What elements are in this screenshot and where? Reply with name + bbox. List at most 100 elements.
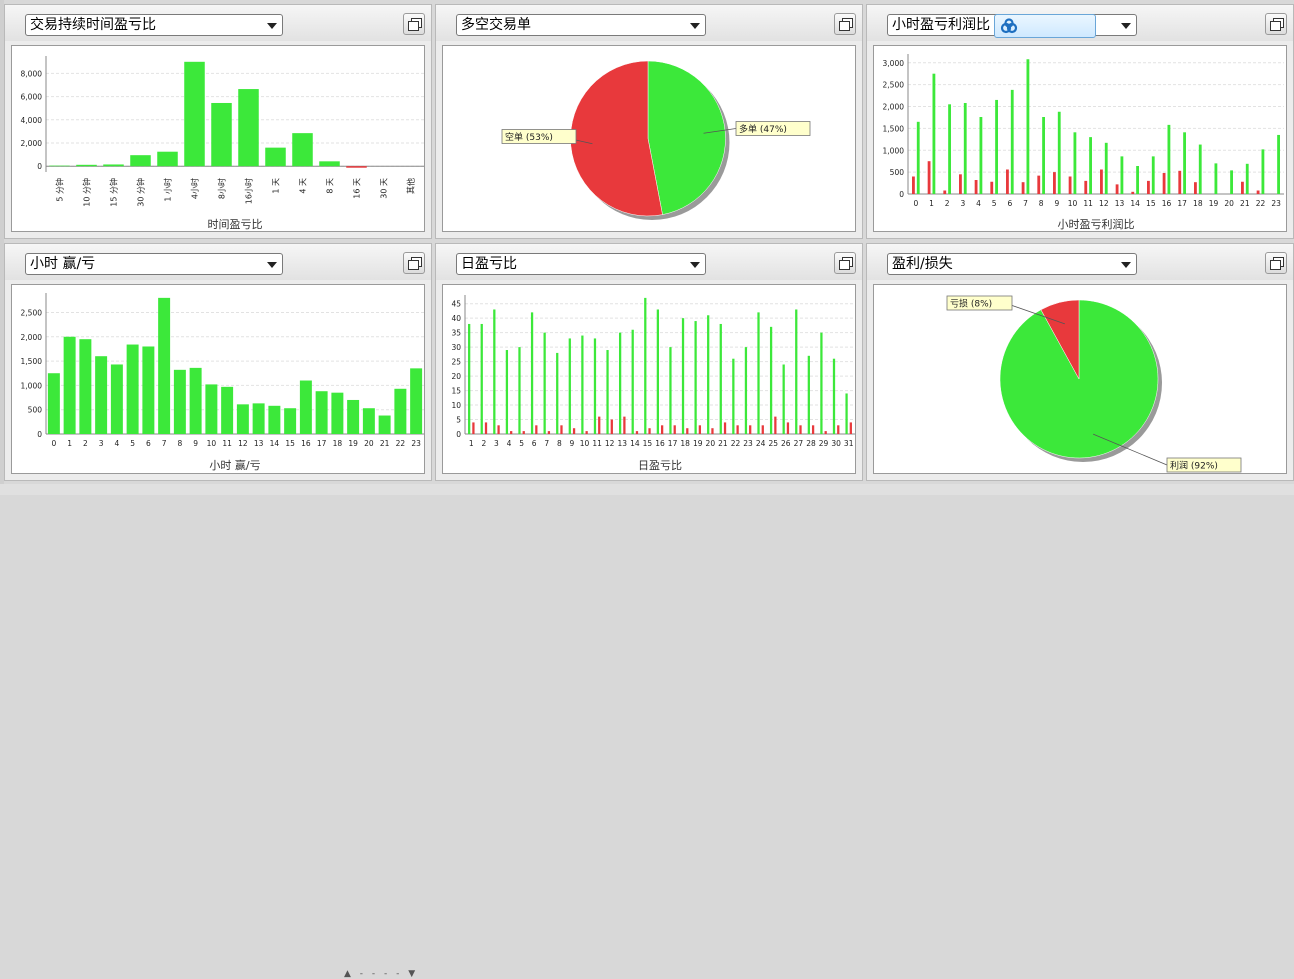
- bar: [707, 315, 710, 434]
- bar: [95, 356, 108, 434]
- bar: [568, 338, 571, 434]
- x-tick-label: 12: [238, 439, 248, 448]
- x-tick-label: 27: [794, 439, 804, 448]
- bar: [1115, 184, 1119, 194]
- x-tick-label: 8: [557, 439, 562, 448]
- x-tick-label: 17: [317, 439, 327, 448]
- y-tick-label: 6,000: [21, 93, 43, 102]
- bar: [1198, 144, 1202, 194]
- bar: [948, 104, 951, 194]
- bar: [1100, 169, 1103, 194]
- maximize-button[interactable]: [834, 252, 856, 274]
- y-tick-label: 1,000: [883, 146, 905, 155]
- panel-profit-loss: 盈利/损失 利润 (92%) 亏损 (8%): [866, 243, 1294, 481]
- y-tick-label: 5: [456, 416, 461, 425]
- bar: [126, 344, 139, 434]
- maximize-button[interactable]: [403, 252, 425, 274]
- bar: [142, 346, 155, 434]
- x-tick-label: 19: [693, 439, 703, 448]
- bar: [916, 121, 920, 194]
- y-tick-label: 1,000: [21, 381, 43, 390]
- splitter-handle-icon[interactable]: ▲ - - - - ▼: [344, 969, 418, 979]
- chart-select-profit-loss[interactable]: 盈利/损失: [887, 253, 1137, 275]
- bar: [581, 335, 584, 434]
- bar: [484, 422, 488, 434]
- chart-select-duration[interactable]: 交易持续时间盈亏比: [25, 14, 283, 36]
- x-tick-label: 12: [605, 439, 615, 448]
- bar: [130, 155, 151, 167]
- bar: [1084, 180, 1088, 194]
- bar: [236, 404, 249, 434]
- maximize-button[interactable]: [1265, 13, 1287, 35]
- x-tick-label: 10: [207, 439, 217, 448]
- maximize-button[interactable]: [834, 13, 856, 35]
- x-tick-label: 2: [945, 199, 950, 208]
- bar: [518, 347, 521, 434]
- bar: [1245, 163, 1249, 194]
- bar: [669, 347, 672, 434]
- bar: [990, 181, 994, 194]
- cloud-icon: [1000, 18, 1018, 34]
- bar: [1037, 175, 1041, 194]
- bar: [719, 323, 722, 434]
- bar: [510, 431, 513, 434]
- x-tick-label: 9: [193, 439, 198, 448]
- chevron-down-icon: [690, 23, 700, 29]
- bar: [959, 174, 962, 194]
- x-tick-label: 14: [1130, 199, 1140, 208]
- chart-select-longshort[interactable]: 多空交易单: [456, 14, 706, 36]
- bar: [631, 329, 634, 434]
- bar: [1021, 182, 1025, 194]
- x-tick-label: 22: [396, 439, 406, 448]
- x-tick-label: 5: [519, 439, 524, 448]
- chart-select-label: 日盈亏比: [461, 256, 517, 272]
- x-tick-label: 10: [580, 439, 590, 448]
- y-tick-label: 25: [451, 358, 461, 367]
- x-tick-label: 5: [130, 439, 135, 448]
- bar: [1241, 181, 1244, 194]
- bar: [593, 338, 597, 434]
- x-tick-label: 21: [380, 439, 390, 448]
- bar: [1167, 124, 1171, 194]
- bar: [79, 339, 92, 434]
- bottom-splitter-bar[interactable]: ▲ - - - - ▼: [0, 484, 1294, 979]
- bar: [786, 422, 790, 434]
- maximize-button[interactable]: [403, 13, 425, 35]
- x-tick-label: 8: [177, 439, 182, 448]
- x-tick-label: 7: [162, 439, 167, 448]
- chart-select-hour-winloss[interactable]: 小时 赢/亏: [25, 253, 283, 275]
- bar: [656, 309, 659, 434]
- y-tick-label: 30: [451, 343, 461, 352]
- y-tick-label: 0: [37, 430, 42, 439]
- x-tick-label: 1: [929, 199, 934, 208]
- x-tick-label: 18: [333, 439, 343, 448]
- x-tick-label: 16 天: [353, 178, 362, 199]
- bar: [974, 180, 978, 194]
- bar: [963, 103, 967, 194]
- bar: [757, 312, 760, 434]
- floating-cloud-widget[interactable]: [994, 14, 1096, 38]
- bar: [1057, 111, 1061, 194]
- x-tick-label: 22: [1256, 199, 1266, 208]
- bar: [661, 425, 664, 434]
- bar: [347, 399, 360, 434]
- x-tick-label: 15: [285, 439, 295, 448]
- x-tick-label: 3: [960, 199, 965, 208]
- bar: [1230, 170, 1233, 194]
- x-tick-label: 8小时: [217, 178, 227, 199]
- bar: [585, 431, 588, 434]
- bar: [769, 326, 773, 434]
- bar: [1194, 182, 1197, 194]
- chart-select-daily-pl[interactable]: 日盈亏比: [456, 253, 706, 275]
- bar: [1147, 180, 1150, 194]
- bar: [694, 321, 697, 434]
- pie-label: 亏损 (8%): [950, 298, 992, 310]
- maximize-button[interactable]: [1265, 252, 1287, 274]
- bar: [189, 367, 202, 434]
- panel-daily-pl: 日盈亏比 0 5 10 15 20 25 30 35 40 45 1 2 3 4 5 6 7 8 9 10 11 12 13…: [435, 243, 863, 481]
- bar: [673, 425, 676, 434]
- x-tick-label: 6: [146, 439, 151, 448]
- bar: [782, 364, 785, 434]
- bar: [732, 358, 735, 434]
- x-tick-label: 11: [592, 439, 602, 448]
